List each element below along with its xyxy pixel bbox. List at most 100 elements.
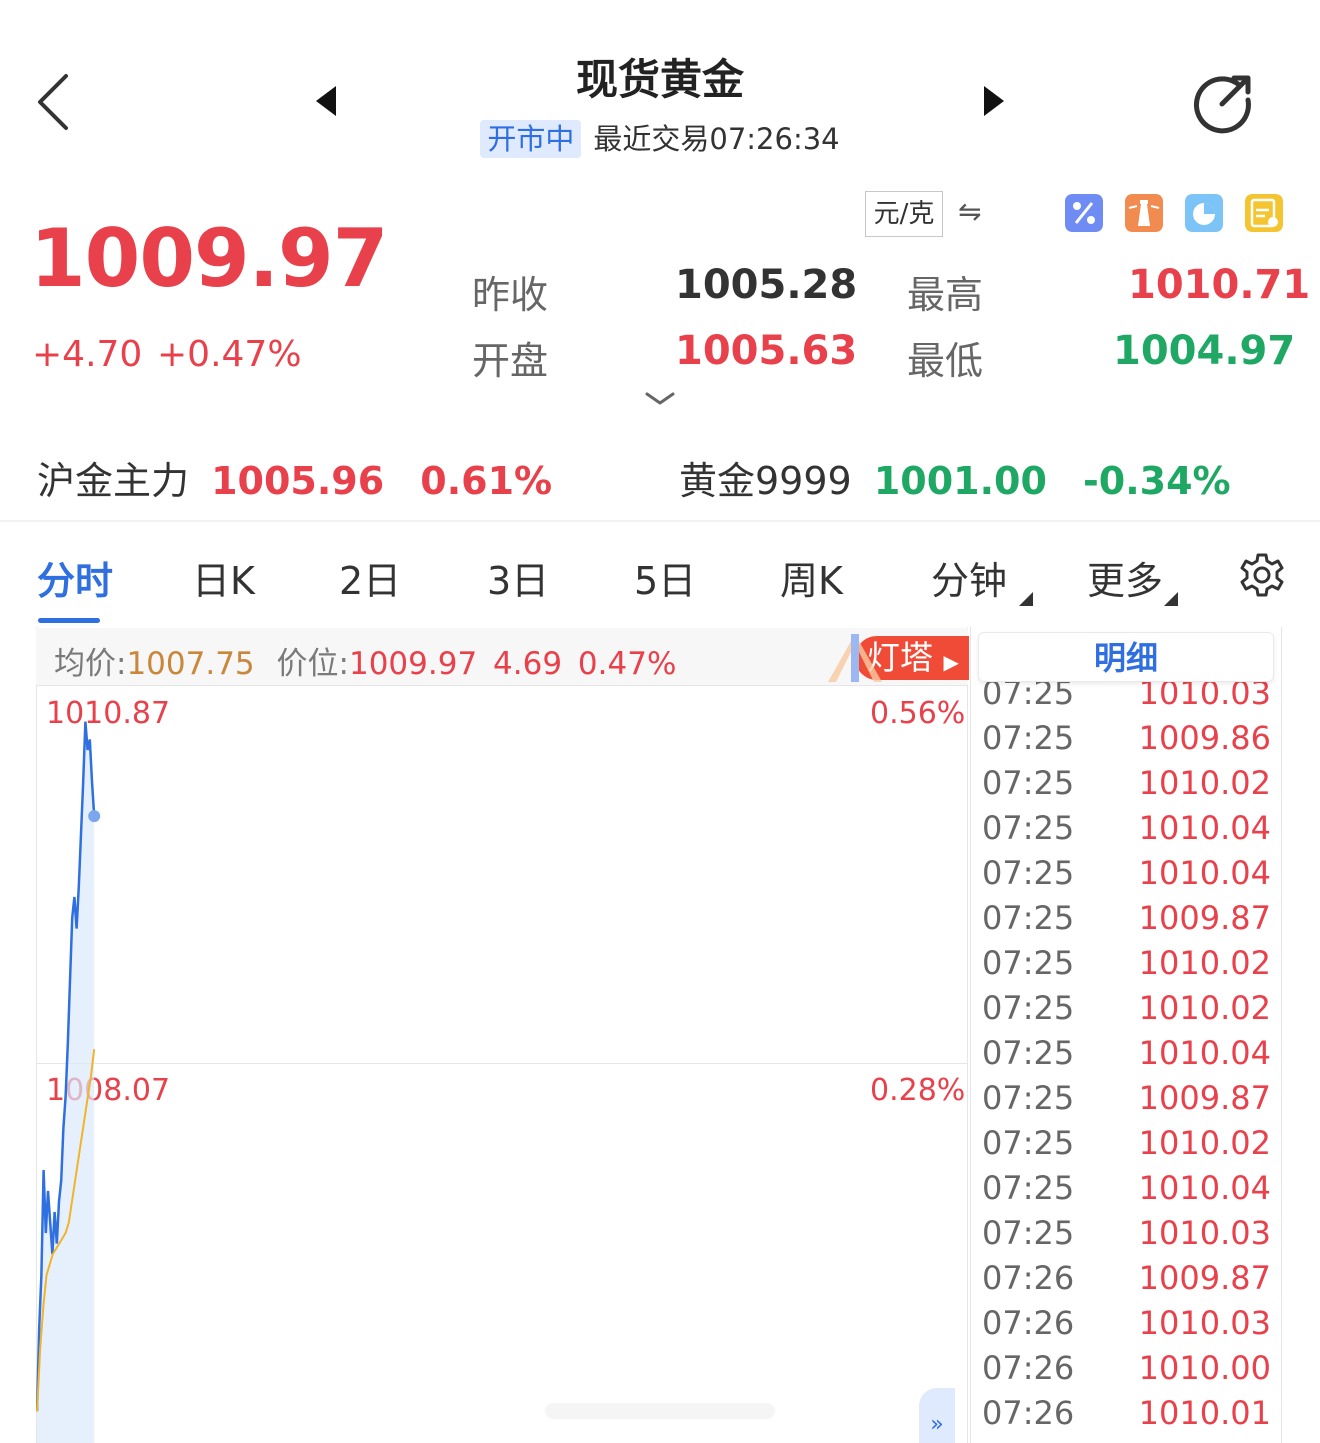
current-price-dot	[88, 810, 101, 823]
trade-price: 1010.04	[1138, 1169, 1271, 1207]
play-arrow-icon: ▶	[943, 650, 959, 674]
dropdown-triangle-icon	[1019, 592, 1033, 606]
tab-intraday[interactable]: 分时	[37, 550, 113, 605]
low-label: 最低	[907, 339, 984, 383]
current-price: 1009.97	[30, 212, 388, 305]
low-value: 1004.97	[1113, 328, 1296, 374]
avg-price-label: 均价:	[54, 646, 127, 682]
trade-detail-row: 07:25 1009.86	[971, 719, 1281, 764]
tab-daily-k[interactable]: 日K	[192, 550, 255, 605]
tab-weekly-k[interactable]: 周K	[780, 550, 843, 605]
tab-minute[interactable]: 分钟	[931, 550, 1007, 605]
trade-price: 1010.03	[1138, 1214, 1271, 1252]
related-name: 黄金9999	[679, 459, 852, 503]
trade-detail-row: 07:26 1009.87	[971, 1259, 1281, 1304]
trade-time: 07:26	[982, 1394, 1075, 1432]
open-value: 1005.63	[675, 328, 858, 374]
trade-detail-row: 07:25 1010.02	[971, 989, 1281, 1034]
trade-price: 1010.04	[1138, 854, 1271, 892]
tab-3-day[interactable]: 3日	[487, 550, 549, 605]
trade-time: 07:25	[982, 989, 1075, 1027]
unit-toggle[interactable]: 元/克	[865, 191, 943, 237]
next-instrument-icon[interactable]	[982, 84, 1006, 118]
price-level-label: 价位:	[276, 646, 349, 682]
price-level-pct: 0.47%	[577, 646, 677, 682]
chevron-down-icon[interactable]	[644, 390, 676, 408]
price-change: +4.70	[32, 334, 143, 375]
swap-icon[interactable]: ⇋	[958, 195, 981, 228]
trade-price: 1010.02	[1138, 944, 1271, 982]
vip-icon[interactable]	[1245, 194, 1283, 232]
price-level-change: 4.69	[493, 646, 563, 682]
trade-time: 07:25	[982, 1079, 1075, 1117]
prev-close-value: 1005.28	[675, 262, 858, 308]
trade-price: 1010.02	[1138, 764, 1271, 802]
trade-time: 07:25	[982, 854, 1075, 892]
high-label: 最高	[907, 273, 984, 317]
settings-gear-icon[interactable]	[1238, 551, 1286, 599]
lighthouse-beam-icon	[828, 634, 882, 682]
trade-detail-panel[interactable]: 07:251010.0207:251010.0307:251009.8607:2…	[970, 627, 1282, 1443]
last-trade-time: 最近交易07:26:34	[593, 122, 840, 156]
trade-price: 1010.03	[1138, 1304, 1271, 1342]
trade-time: 07:25	[982, 719, 1075, 757]
related-quote-gold-9999[interactable]: 黄金9999 1001.00 -0.34%	[679, 450, 1231, 505]
percent-icon[interactable]	[1065, 194, 1103, 232]
trade-detail-row: 07:25 1009.87	[971, 899, 1281, 944]
related-pct: -0.34%	[1082, 459, 1231, 503]
section-divider	[0, 520, 1320, 522]
trade-price: 1010.00	[1138, 1349, 1271, 1387]
trade-price: 1009.87	[1138, 1259, 1271, 1297]
trade-price: 1010.02	[1138, 989, 1271, 1027]
market-open-badge: 开市中	[480, 120, 582, 158]
tab-5-day[interactable]: 5日	[634, 550, 696, 605]
trade-time: 07:26	[982, 1259, 1075, 1297]
trade-time: 07:25	[982, 1124, 1075, 1162]
related-price: 1005.96	[211, 459, 385, 503]
tab-2-day[interactable]: 2日	[339, 550, 401, 605]
related-pct: 0.61%	[420, 459, 553, 503]
trade-detail-row: 07:25 1010.04	[971, 809, 1281, 854]
intraday-line-chart	[36, 721, 101, 1443]
trade-time: 07:26	[982, 1349, 1075, 1387]
trade-time: 07:25	[982, 764, 1075, 802]
trade-detail-row: 07:25 1010.04	[971, 1169, 1281, 1214]
market-status: 开市中 最近交易07:26:34	[0, 120, 1320, 158]
dropdown-triangle-icon	[1164, 592, 1178, 606]
trade-price: 1010.04	[1138, 1034, 1271, 1072]
related-name: 沪金主力	[37, 459, 190, 503]
trade-time: 07:25	[982, 1034, 1075, 1072]
trade-detail-row: 07:25 1010.04	[971, 854, 1281, 899]
price-change-pct: +0.47%	[157, 334, 302, 375]
trade-time: 07:25	[982, 944, 1075, 982]
related-quote-shfe-gold[interactable]: 沪金主力 1005.96 0.61%	[37, 450, 552, 505]
trade-time: 07:25	[982, 1214, 1075, 1252]
trade-time: 07:25	[982, 809, 1075, 847]
active-tab-indicator	[38, 618, 100, 623]
high-value: 1010.71	[1128, 262, 1311, 308]
trade-detail-row: 07:25 1010.02	[971, 1124, 1281, 1169]
price-level-value: 1009.97	[348, 646, 478, 682]
trade-price: 1009.87	[1138, 899, 1271, 937]
trade-detail-row: 07:26 1010.03	[971, 1304, 1281, 1349]
trade-time: 07:26	[982, 1304, 1075, 1342]
detail-tab[interactable]: 明细	[978, 632, 1274, 682]
trade-time: 07:25	[982, 1169, 1075, 1207]
tab-more[interactable]: 更多	[1087, 550, 1163, 605]
pie-chart-icon[interactable]	[1185, 194, 1223, 232]
avg-price-value: 1007.75	[126, 646, 255, 682]
trade-detail-row: 07:25 1010.02	[971, 764, 1281, 809]
trade-detail-row: 07:25 1009.87	[971, 1079, 1281, 1124]
related-price: 1001.00	[873, 459, 1047, 503]
lighthouse-icon[interactable]	[1125, 194, 1163, 232]
chart-info-text: 均价:1007.75 价位:1009.97 4.69 0.47%	[54, 638, 676, 683]
trade-price: 1010.01	[1138, 1394, 1271, 1432]
trade-detail-row: 07:26 1010.00	[971, 1349, 1281, 1394]
page-indicator	[545, 1403, 775, 1419]
trade-price: 1010.04	[1138, 809, 1271, 847]
trade-time: 07:25	[982, 899, 1075, 937]
trade-price: 1010.02	[1138, 1124, 1271, 1162]
trade-price: 1009.86	[1138, 719, 1271, 757]
trade-detail-row: 07:25 1010.02	[971, 944, 1281, 989]
expand-chart-button[interactable]: »	[919, 1388, 955, 1443]
